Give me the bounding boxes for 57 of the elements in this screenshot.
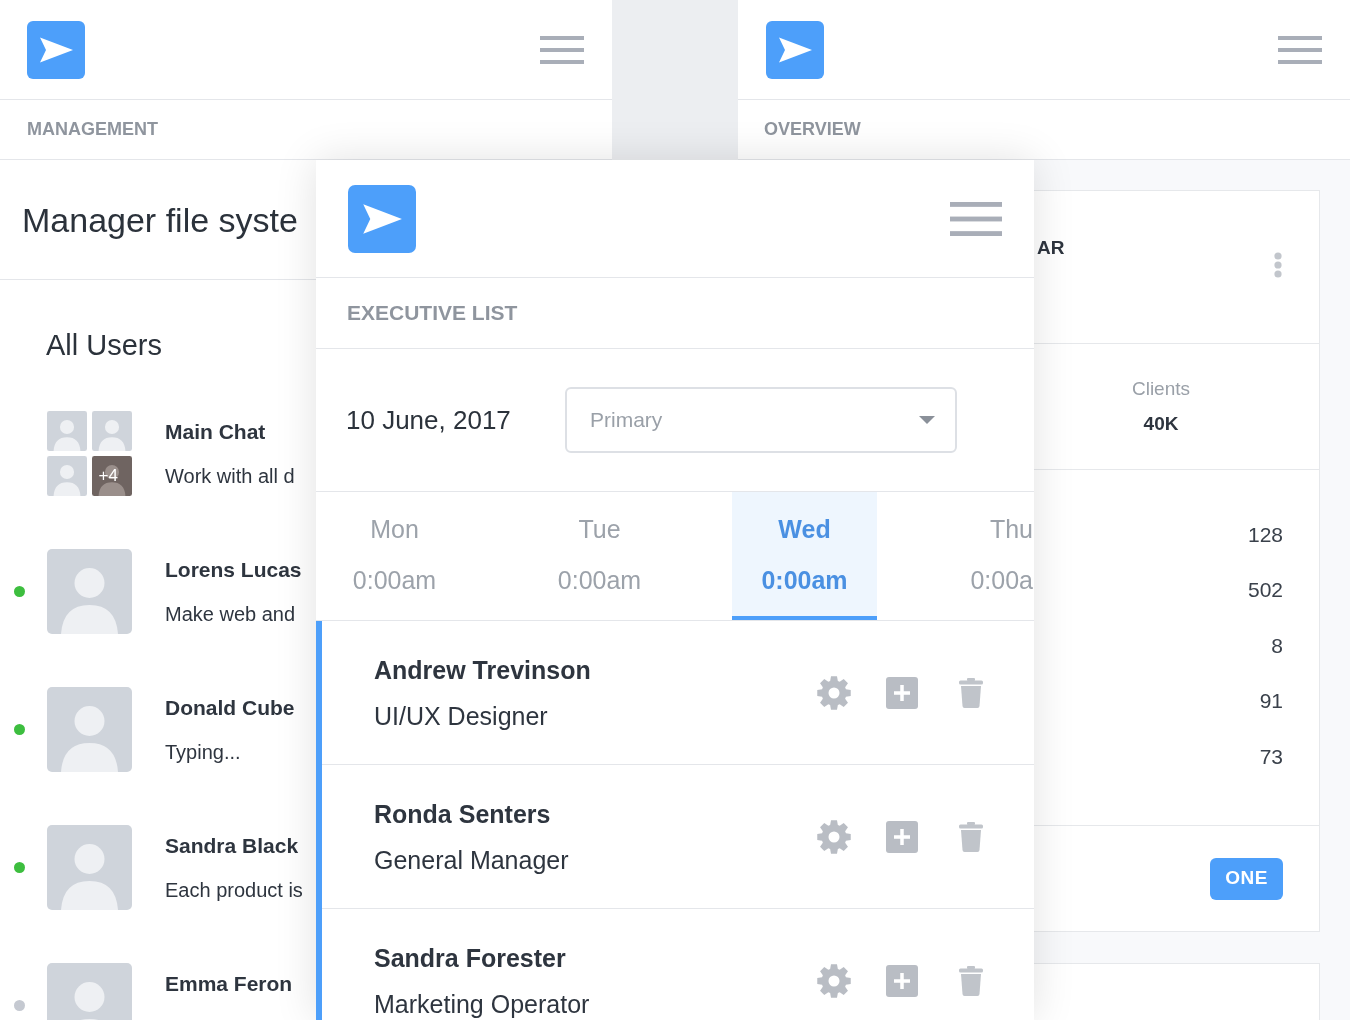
day-tab[interactable]: Wed 0:00am	[732, 492, 877, 620]
executive-name: Ronda Senters	[374, 798, 551, 829]
executive-role: Marketing Operator	[374, 988, 590, 1019]
stat-label: Clients	[1131, 377, 1191, 401]
executive-role: UI/UX Designer	[374, 700, 548, 731]
arrow-logo-icon	[348, 184, 416, 253]
section-label: OVERVIEW	[764, 118, 861, 141]
menu-icon[interactable]	[1278, 35, 1322, 64]
day-tab[interactable]: Thu 0:00a	[937, 492, 1034, 620]
settings-icon[interactable]	[817, 963, 851, 998]
stat-number: 91	[1259, 688, 1283, 715]
settings-icon[interactable]	[817, 819, 851, 854]
section-label: MANAGEMENT	[27, 118, 158, 141]
section-heading: All Users	[46, 328, 162, 362]
executive-role: General Manager	[374, 844, 569, 875]
section-label: EXECUTIVE LIST	[347, 300, 518, 327]
settings-icon[interactable]	[817, 675, 851, 710]
executive-name: Sandra Forester	[374, 942, 566, 973]
stat-number: 8	[1271, 632, 1283, 659]
stat-number: 502	[1247, 577, 1283, 604]
add-icon[interactable]	[886, 820, 918, 853]
action-button[interactable]: ONE	[1210, 857, 1283, 900]
chat-name: Emma Feron	[165, 971, 293, 997]
avatar-placeholder	[91, 411, 132, 451]
chat-name: Sandra Black	[165, 833, 299, 859]
chat-name: Donald Cube	[165, 695, 295, 721]
chat-name: Lorens Lucas	[165, 557, 302, 583]
avatar-placeholder	[91, 455, 132, 496]
chat-message: Work with all d	[165, 464, 295, 489]
trash-icon[interactable]	[959, 965, 983, 996]
chat-message: Each product is	[165, 878, 303, 903]
avatar-placeholder	[47, 411, 87, 451]
caret-icon	[919, 416, 935, 424]
stat-value: 40K	[1143, 412, 1179, 436]
chat-message: Typing...	[165, 740, 241, 765]
add-icon[interactable]	[886, 964, 918, 997]
trash-icon[interactable]	[959, 821, 983, 852]
stat-number: 128	[1247, 521, 1283, 548]
date-label: 10 June, 2017	[346, 404, 511, 436]
arrow-logo-icon	[766, 20, 824, 79]
day-tab[interactable]: Mon 0:00am	[322, 492, 467, 620]
avatar-placeholder	[47, 455, 87, 496]
day-tab[interactable]: Tue 0:00am	[527, 492, 672, 620]
chat-message: Make web and	[165, 602, 296, 627]
more-count-label: +4	[98, 464, 118, 487]
card-title: AR	[1037, 236, 1065, 260]
add-icon[interactable]	[886, 676, 918, 709]
trash-icon[interactable]	[959, 677, 983, 708]
menu-icon[interactable]	[950, 201, 1002, 236]
chat-name: Main Chat	[165, 419, 266, 445]
type-dropdown[interactable]: Primary	[565, 387, 957, 453]
menu-icon[interactable]	[540, 35, 584, 64]
arrow-logo-icon	[27, 20, 85, 79]
stat-number: 73	[1259, 743, 1283, 770]
more-options-icon[interactable]	[1274, 252, 1282, 278]
executive-name: Andrew Trevinson	[374, 654, 591, 685]
page-title: Manager file syste	[22, 199, 298, 240]
